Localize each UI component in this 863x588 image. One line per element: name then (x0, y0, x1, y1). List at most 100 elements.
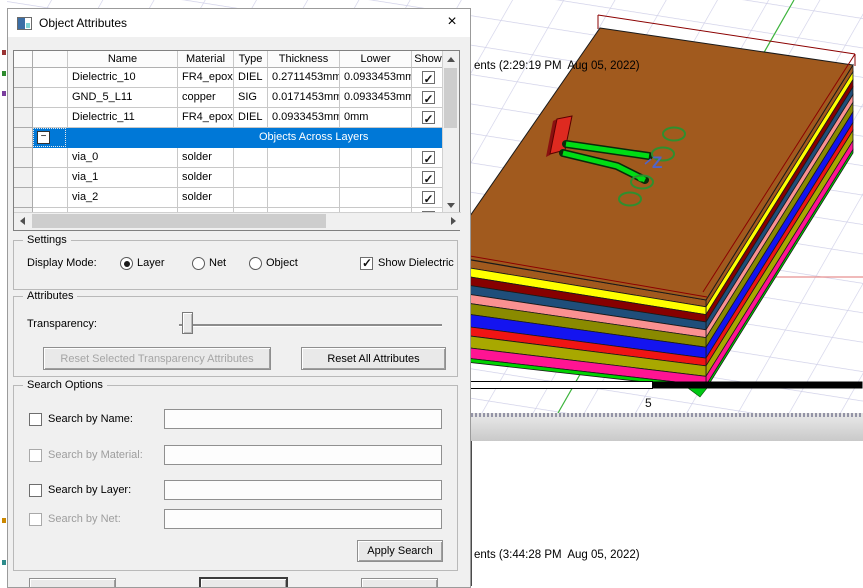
cell-material: solder (178, 148, 234, 168)
show-checkbox[interactable] (422, 71, 435, 84)
table-row[interactable]: via_2 solder (14, 188, 445, 208)
dialog-title: Object Attributes (39, 16, 127, 30)
cell-thickness: 0.2711453mm (268, 68, 340, 88)
cell-material: FR4_epoxy (178, 68, 234, 88)
search-by-name-input[interactable] (164, 409, 442, 429)
tree-icon-sliver (2, 560, 6, 565)
header-expand (33, 51, 68, 68)
cell-lower: 0.0933453mm (340, 88, 412, 108)
show-checkbox[interactable] (422, 171, 435, 184)
search-by-material-checkbox (29, 449, 42, 462)
background-window-sliver (0, 0, 7, 586)
search-by-layer-label[interactable]: Search by Layer: (48, 484, 131, 497)
radio-net-label[interactable]: Net (209, 257, 226, 270)
show-checkbox[interactable] (422, 91, 435, 104)
bottom-default-button-clipped[interactable] (199, 577, 288, 588)
show-checkbox[interactable] (422, 151, 435, 164)
hscroll-thumb[interactable] (32, 214, 326, 228)
group-row-label: Objects Across Layers (259, 128, 368, 147)
message-line: ents (3:44:28 PM Aug 05, 2022) (474, 549, 640, 561)
reset-all-button[interactable]: Reset All Attributes (301, 347, 446, 370)
header-thickness[interactable]: Thickness (268, 51, 340, 68)
transparency-label: Transparency: (27, 318, 97, 331)
cell-name: via_1 (68, 168, 178, 188)
table-vertical-scrollbar[interactable] (442, 51, 459, 213)
header-gutter (14, 51, 33, 68)
cell-name: via_0 (68, 148, 178, 168)
tree-icon-sliver (2, 518, 6, 523)
apply-search-button[interactable]: Apply Search (357, 540, 443, 562)
cell-name: Dielectric_11 (68, 108, 178, 128)
table-row[interactable]: GND_5_L11 copper SIG 0.0171453mm 0.09334… (14, 88, 445, 108)
table-row[interactable]: Dielectric_10 FR4_epoxy DIEL 0.2711453mm… (14, 68, 445, 88)
dialog-titlebar[interactable]: Object Attributes × (8, 9, 470, 37)
header-lower[interactable]: Lower (340, 51, 412, 68)
tree-icon-sliver (2, 71, 6, 76)
scroll-down-button[interactable] (443, 197, 459, 213)
cell-lower: 0.0933453mm (340, 68, 412, 88)
collapse-expander-icon[interactable]: − (37, 131, 50, 144)
transparency-slider-track[interactable] (179, 324, 442, 327)
settings-legend: Settings (23, 234, 71, 246)
dialog-icon (17, 17, 32, 30)
attributes-legend: Attributes (23, 290, 77, 302)
header-show[interactable]: Show (412, 51, 445, 68)
search-by-name-label[interactable]: Search by Name: (48, 413, 133, 426)
bottom-button-clipped[interactable] (29, 578, 116, 588)
search-by-material-input (164, 445, 442, 465)
group-row-selected[interactable]: − Objects Across Layers (33, 128, 445, 148)
header-name[interactable]: Name (68, 51, 178, 68)
cell-thickness: 0.0933453mm (268, 108, 340, 128)
show-dielectric-label[interactable]: Show Dielectric (378, 257, 454, 270)
search-by-layer-checkbox[interactable] (29, 484, 42, 497)
scroll-up-button[interactable] (443, 51, 459, 67)
show-checkbox[interactable] (422, 191, 435, 204)
transparency-slider-thumb[interactable] (182, 312, 193, 334)
search-by-net-label: Search by Net: (48, 513, 121, 526)
radio-layer[interactable] (120, 257, 133, 270)
table-row[interactable]: via_1 solder (14, 168, 445, 188)
object-attributes-dialog: Object Attributes × Name Material Type T… (7, 8, 471, 588)
cell-type: DIEL (234, 108, 268, 128)
cell-type: DIEL (234, 68, 268, 88)
show-dielectric-checkbox[interactable] (360, 257, 373, 270)
radio-layer-label[interactable]: Layer (137, 257, 165, 270)
table-row[interactable]: Dielectric_11 FR4_epoxy DIEL 0.0933453mm… (14, 108, 445, 128)
cell-thickness: 0.0171453mm (268, 88, 340, 108)
search-by-name-checkbox[interactable] (29, 413, 42, 426)
layers-table: Name Material Type Thickness Lower Show … (13, 50, 460, 231)
radio-net[interactable] (192, 257, 205, 270)
display-mode-label: Display Mode: (27, 257, 97, 270)
search-by-layer-input[interactable] (164, 480, 442, 500)
bottom-button-clipped[interactable] (361, 578, 438, 588)
tree-icon-sliver (2, 50, 6, 55)
table-horizontal-scrollbar[interactable] (14, 212, 461, 230)
cell-material: FR4_epoxy (178, 108, 234, 128)
scale-bar-black (653, 382, 863, 389)
cell-material: copper (178, 88, 234, 108)
tree-icon-sliver (2, 91, 6, 96)
header-type[interactable]: Type (234, 51, 268, 68)
cell-name: GND_5_L11 (68, 88, 178, 108)
window-splitter[interactable] (471, 413, 863, 441)
z-axis-label: Z (652, 153, 662, 172)
cell-type: SIG (234, 88, 268, 108)
header-material[interactable]: Material (178, 51, 234, 68)
scroll-right-button[interactable] (445, 213, 461, 229)
radio-object-label[interactable]: Object (266, 257, 298, 270)
cell-name: via_2 (68, 188, 178, 208)
cell-lower: 0mm (340, 108, 412, 128)
vscroll-thumb[interactable] (444, 68, 457, 128)
radio-object[interactable] (249, 257, 262, 270)
settings-group: Settings Display Mode: Layer Net Object … (13, 240, 458, 290)
attributes-group: Attributes Transparency: Reset Selected … (13, 296, 458, 377)
table-row[interactable]: via_0 solder (14, 148, 445, 168)
app-root: { "window": { "title": "Object Attribute… (0, 0, 863, 586)
scale-label: 5 (645, 396, 652, 410)
show-checkbox[interactable] (422, 111, 435, 124)
reset-selected-button: Reset Selected Transparency Attributes (43, 347, 271, 370)
message-pane: ents (2:29:19 PM Aug 05, 2022) ents (3:4… (471, 441, 863, 586)
search-options-group: Search Options Search by Name: Search by… (13, 385, 458, 571)
close-icon[interactable]: × (434, 9, 470, 37)
scroll-left-button[interactable] (14, 213, 30, 229)
